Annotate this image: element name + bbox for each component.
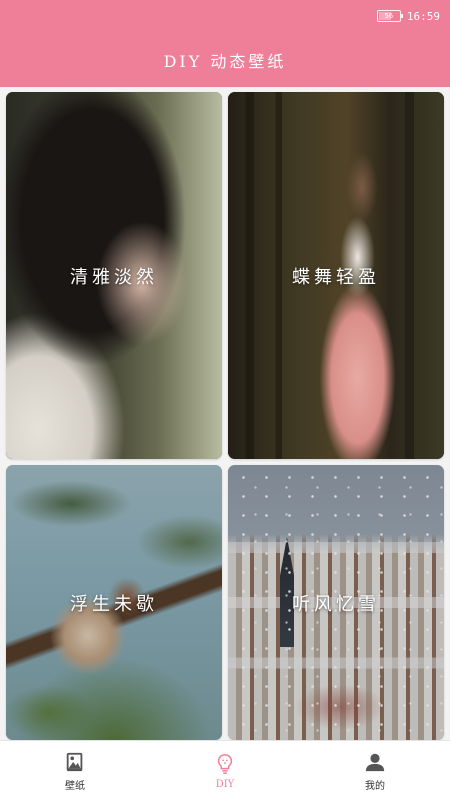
user-icon xyxy=(365,753,385,771)
nav-label: DIY xyxy=(215,778,235,790)
wallpaper-card-label: 清雅淡然 xyxy=(70,266,158,288)
wallpaper-card-4[interactable]: 听风忆雪 xyxy=(228,465,444,740)
status-bar: 56 16:59 xyxy=(376,8,440,24)
nav-label: 我的 xyxy=(365,780,385,792)
page-title: DIY 动态壁纸 xyxy=(163,52,287,71)
status-time: 16:59 xyxy=(406,9,440,23)
wallpaper-card-3[interactable]: 浮生未歇 xyxy=(6,465,222,740)
battery-icon: 56 xyxy=(376,10,403,22)
battery-level: 56 xyxy=(384,12,394,20)
wallpaper-grid: 清雅淡然 蝶舞轻盈 浮生未歇 听风忆雪 xyxy=(6,92,444,740)
nav-item-diy[interactable]: DIY xyxy=(150,741,300,801)
wallpaper-icon xyxy=(66,752,83,771)
nav-item-profile[interactable]: 我的 xyxy=(300,741,450,801)
wallpaper-card-2[interactable]: 蝶舞轻盈 xyxy=(228,92,444,459)
app-header: 56 16:59 DIY 动态壁纸 xyxy=(0,0,450,87)
wallpaper-card-1[interactable]: 清雅淡然 xyxy=(6,92,222,459)
nav-label: 壁纸 xyxy=(65,780,85,792)
bottom-nav: 壁纸 DIY 我的 xyxy=(0,740,450,801)
bulb-icon xyxy=(217,753,233,774)
wallpaper-card-label: 蝶舞轻盈 xyxy=(292,266,380,288)
wallpaper-card-label: 浮生未歇 xyxy=(70,593,158,615)
wallpaper-card-label: 听风忆雪 xyxy=(292,593,380,615)
nav-item-wallpaper[interactable]: 壁纸 xyxy=(0,741,150,801)
